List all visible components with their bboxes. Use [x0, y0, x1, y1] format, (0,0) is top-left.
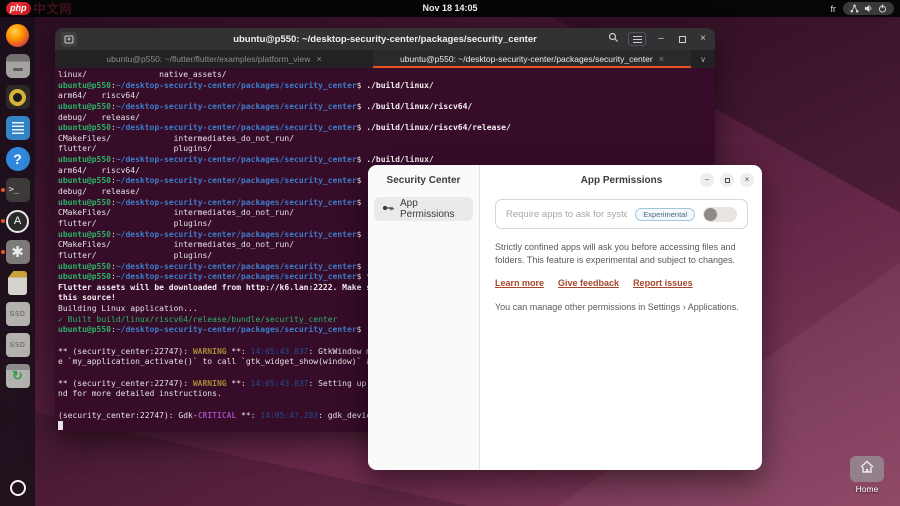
show-apps-icon	[10, 480, 26, 496]
php-logo: php	[6, 2, 31, 15]
experimental-badge: Experimental	[635, 208, 695, 221]
running-indicator-dot	[1, 219, 5, 223]
top-bar: php 中文网 Nov 18 14:05 fr	[0, 0, 900, 17]
terminal-window-title: ubuntu@p550: ~/desktop-security-center/p…	[233, 34, 537, 45]
require-permissions-toggle[interactable]	[703, 207, 737, 222]
security-center-sidebar: Security Center App Permissions	[368, 165, 480, 470]
dock-item-trash[interactable]: ↻	[0, 364, 35, 388]
dock-item-help[interactable]: ?	[0, 147, 35, 171]
terminal-line: ubuntu@p550:~/desktop-security-center/pa…	[58, 102, 715, 113]
dock-item-app-store[interactable]: A	[0, 209, 35, 233]
house-icon	[859, 460, 875, 479]
help-icon: ?	[6, 147, 30, 171]
settings-icon: ✱	[6, 240, 30, 264]
terminal-line: arm64/ riscv64/	[58, 91, 715, 102]
rhythmbox-icon	[6, 85, 30, 109]
dock: ? >_ A ✱ SSD SSD ↻	[0, 17, 35, 506]
dock-item-sd-card[interactable]	[0, 271, 35, 295]
network-icon	[850, 4, 859, 13]
terminal-close-button[interactable]: ×	[697, 34, 709, 44]
maximize-icon	[679, 36, 686, 43]
settings-note: You can manage other permissions in Sett…	[495, 302, 748, 312]
terminal-tab-security-center[interactable]: ubuntu@p550: ~/desktop-security-center/p…	[373, 50, 691, 68]
tab-list-chevron-down-icon[interactable]: ∨	[691, 50, 715, 68]
dock-item-firefox[interactable]	[0, 23, 35, 47]
hamburger-icon	[633, 36, 642, 43]
sidebar-app-title: Security Center	[368, 165, 479, 195]
home-folder-shortcut[interactable]: Home	[846, 456, 888, 494]
sidebar-item-label: App Permissions	[400, 198, 465, 220]
security-center-window: Security Center App Permissions App Perm…	[368, 165, 762, 470]
page-title: App Permissions	[581, 175, 663, 186]
firefox-icon	[6, 24, 29, 47]
dock-item-files[interactable]	[0, 54, 35, 78]
trash-icon: ↻	[6, 364, 30, 388]
terminal-maximize-button[interactable]	[676, 36, 688, 43]
terminal-cursor	[58, 421, 63, 430]
dock-item-settings[interactable]: ✱	[0, 240, 35, 264]
running-indicator-dot	[1, 250, 5, 254]
window-maximize-button[interactable]	[720, 173, 734, 187]
dock-item-ssd-2[interactable]: SSD	[0, 333, 35, 357]
terminal-line: ubuntu@p550:~/desktop-security-center/pa…	[58, 123, 715, 134]
terminal-line: ubuntu@p550:~/desktop-security-center/pa…	[58, 81, 715, 92]
give-feedback-link[interactable]: Give feedback	[558, 278, 619, 288]
dock-item-show-apps[interactable]	[0, 476, 35, 500]
terminal-tab-platform-view[interactable]: ubuntu@p550: ~/flutter/flutter/examples/…	[55, 50, 373, 68]
keyboard-layout-indicator[interactable]: fr	[831, 4, 837, 14]
watermark-text: 中文网	[34, 0, 73, 17]
terminal-header-bar[interactable]: ubuntu@p550: ~/desktop-security-center/p…	[55, 28, 715, 50]
home-folder-label: Home	[856, 484, 879, 494]
sidebar-item-app-permissions[interactable]: App Permissions	[374, 197, 473, 221]
terminal-line: flutter/ plugins/	[58, 144, 715, 155]
ssd-1-icon: SSD	[6, 302, 30, 326]
learn-more-link[interactable]: Learn more	[495, 278, 544, 288]
power-icon	[878, 4, 887, 13]
maximize-icon	[725, 178, 730, 183]
system-tray[interactable]	[843, 2, 894, 15]
volume-icon	[864, 4, 873, 13]
terminal-minimize-button[interactable]: –	[655, 34, 667, 44]
watermark-logo: php 中文网	[6, 0, 73, 17]
require-permissions-row: Require apps to ask for system permissio…	[495, 199, 748, 229]
security-center-main: App Permissions – × Require apps to ask …	[481, 165, 762, 470]
files-icon	[6, 54, 30, 78]
security-center-header-bar[interactable]: App Permissions – ×	[481, 165, 762, 195]
feature-description: Strictly confined apps will ask you befo…	[495, 241, 748, 266]
terminal-line: debug/ release/	[58, 113, 715, 124]
dock-item-ssd-1[interactable]: SSD	[0, 302, 35, 326]
terminal-icon: >_	[6, 178, 30, 202]
window-minimize-button[interactable]: –	[700, 173, 714, 187]
sd-card-icon	[8, 271, 27, 295]
dock-item-terminal[interactable]: >_	[0, 178, 35, 202]
app-store-icon: A	[6, 210, 29, 233]
dock-item-rhythmbox[interactable]	[0, 85, 35, 109]
tab-close-icon[interactable]: ×	[659, 54, 664, 64]
search-icon[interactable]	[608, 30, 619, 48]
toggle-knob	[704, 208, 717, 221]
dock-item-libreoffice-writer[interactable]	[0, 116, 35, 140]
key-icon	[382, 200, 394, 218]
libreoffice-writer-icon	[6, 116, 30, 140]
window-close-button[interactable]: ×	[740, 173, 754, 187]
hamburger-menu-button[interactable]	[628, 32, 646, 46]
home-folder-tile	[850, 456, 884, 482]
new-tab-button[interactable]	[61, 32, 77, 47]
tab-close-icon[interactable]: ×	[316, 54, 321, 64]
clock[interactable]: Nov 18 14:05	[422, 0, 477, 17]
running-indicator-dot	[1, 188, 5, 192]
require-permissions-label: Require apps to ask for system permissio…	[506, 209, 627, 220]
terminal-tab-bar: ubuntu@p550: ~/flutter/flutter/examples/…	[55, 50, 715, 68]
terminal-line: CMakeFiles/ intermediates_do_not_run/	[58, 134, 715, 145]
ssd-2-icon: SSD	[6, 333, 30, 357]
terminal-line: linux/ native_assets/	[58, 70, 715, 81]
report-issues-link[interactable]: Report issues	[633, 278, 693, 288]
